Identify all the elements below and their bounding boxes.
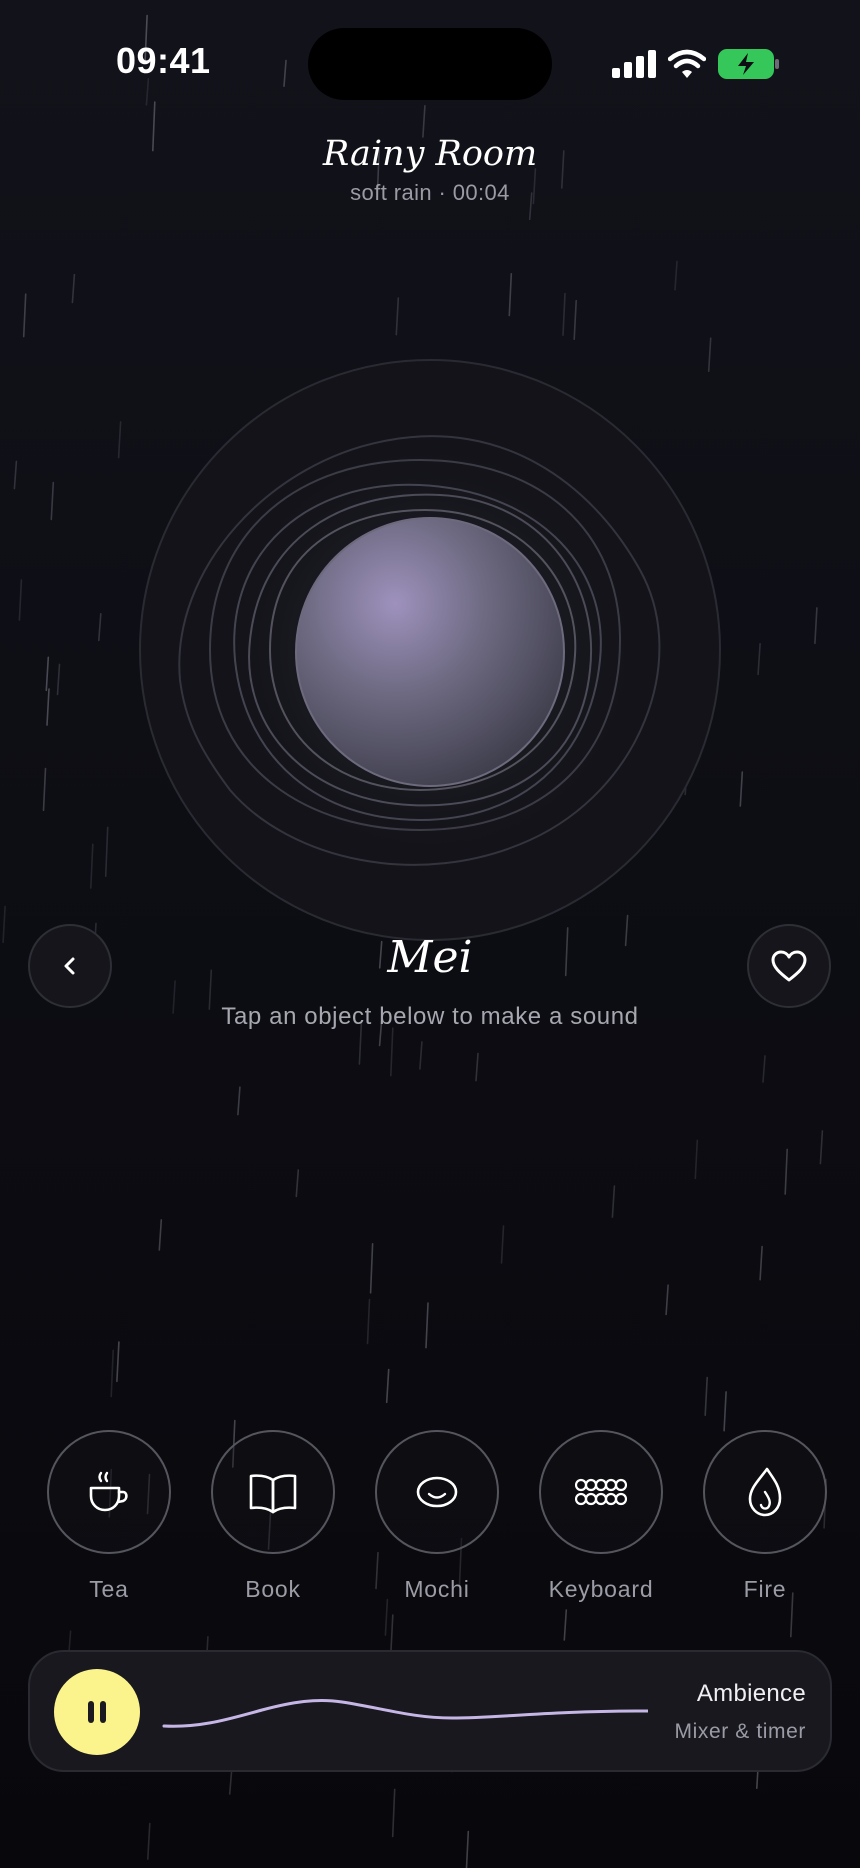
battery-charging-icon xyxy=(718,49,779,79)
rain-streak xyxy=(759,1245,763,1281)
rain-streak xyxy=(391,1788,396,1838)
object-label: Keyboard xyxy=(548,1576,654,1602)
rain-streak xyxy=(425,1302,429,1349)
rain-streak xyxy=(674,260,678,291)
dynamic-island xyxy=(308,28,552,100)
rain-streak xyxy=(385,1368,390,1404)
rain-streak xyxy=(45,656,50,692)
rain-streak xyxy=(563,1609,568,1641)
object-tea[interactable]: Tea xyxy=(47,1430,171,1603)
object-tea-button[interactable] xyxy=(47,1430,171,1554)
rain-streak xyxy=(562,292,566,337)
rain-streak xyxy=(573,299,578,341)
rain-streak xyxy=(465,1830,470,1868)
object-keyboard-button[interactable] xyxy=(539,1430,663,1554)
rain-streak xyxy=(90,843,94,889)
rain-streak xyxy=(158,1219,163,1251)
room-subtitle: soft rain · 00:04 xyxy=(350,180,510,205)
rain-streak xyxy=(13,460,18,490)
rain-streak xyxy=(762,1055,766,1083)
rain-streak xyxy=(814,607,818,645)
rain-streak xyxy=(739,771,744,807)
tap-hint: Tap an object below to make a sound xyxy=(221,1003,639,1030)
rain-streak xyxy=(389,1027,394,1077)
open-book-icon xyxy=(249,1474,297,1514)
cellular-signal-icon xyxy=(612,50,656,78)
rain-streak xyxy=(110,1349,114,1398)
object-mochi-button[interactable] xyxy=(375,1430,499,1554)
object-fire-button[interactable] xyxy=(703,1430,827,1554)
rain-streak xyxy=(42,767,47,812)
rain-streak xyxy=(116,1341,120,1383)
flame-icon xyxy=(748,1467,782,1517)
object-label: Book xyxy=(245,1576,301,1602)
rain-streak xyxy=(694,1139,699,1180)
rain-streak xyxy=(46,688,50,726)
rain-streak xyxy=(283,59,287,87)
mochi-icon xyxy=(416,1476,458,1508)
rain-streak xyxy=(395,297,400,336)
ambience-subtitle: Mixer & timer xyxy=(674,1720,806,1743)
favorite-button[interactable] xyxy=(747,924,831,1008)
rain-streak xyxy=(665,1284,669,1316)
rain-streak xyxy=(50,481,55,521)
rain-streak xyxy=(71,273,76,304)
rain-streak xyxy=(704,1376,709,1416)
object-book[interactable]: Book xyxy=(211,1430,335,1603)
rain-streak xyxy=(475,1052,479,1082)
ambience-title: Ambience xyxy=(696,1680,806,1707)
rain-streak xyxy=(237,1086,241,1116)
rain-streak xyxy=(422,105,426,138)
rain-streak xyxy=(757,642,761,676)
orb-core[interactable] xyxy=(295,517,565,787)
wifi-icon xyxy=(668,49,706,78)
status-time: 09:41 xyxy=(116,40,211,81)
rain-streak xyxy=(295,1169,300,1198)
rain-streak xyxy=(56,663,61,696)
rain-streak xyxy=(104,826,109,878)
rain-streak xyxy=(147,1822,151,1860)
rain-streak xyxy=(369,1243,374,1294)
tea-cup-icon xyxy=(89,1471,128,1512)
rain-streak xyxy=(723,1391,727,1432)
object-label: Tea xyxy=(89,1576,129,1602)
rain-streak xyxy=(228,1769,233,1795)
object-label: Mochi xyxy=(404,1576,470,1602)
rain-streak xyxy=(18,579,23,621)
rain-streak xyxy=(500,1225,505,1264)
room-title: Rainy Room xyxy=(322,134,538,174)
rain-streak xyxy=(145,78,150,106)
ambience-player[interactable]: Ambience Mixer & timer xyxy=(28,1650,832,1772)
status-icons xyxy=(612,46,780,82)
ambience-waveform xyxy=(162,1698,648,1728)
object-label: Fire xyxy=(743,1576,787,1602)
pause-icon xyxy=(88,1701,106,1723)
character-name: Mei xyxy=(387,932,473,983)
rain-streak xyxy=(419,1041,423,1070)
sound-orb[interactable] xyxy=(120,350,740,950)
pause-button[interactable] xyxy=(54,1669,140,1755)
rain-streak xyxy=(784,1148,789,1195)
object-keyboard[interactable]: Keyboard xyxy=(539,1430,663,1603)
rain-streak xyxy=(819,1130,824,1165)
rain-streak xyxy=(508,272,513,317)
rain-streak xyxy=(98,612,102,642)
heart-icon xyxy=(771,950,807,982)
object-mochi[interactable]: Mochi xyxy=(375,1430,499,1603)
rain-streak xyxy=(611,1185,616,1218)
object-book-button[interactable] xyxy=(211,1430,335,1554)
keyboard-keys-icon xyxy=(575,1478,627,1506)
object-fire[interactable]: Fire xyxy=(703,1430,827,1603)
rain-streak xyxy=(22,293,27,338)
rain-streak xyxy=(389,1614,394,1656)
rain-streak xyxy=(366,1298,371,1345)
rain-streak xyxy=(384,1598,389,1636)
